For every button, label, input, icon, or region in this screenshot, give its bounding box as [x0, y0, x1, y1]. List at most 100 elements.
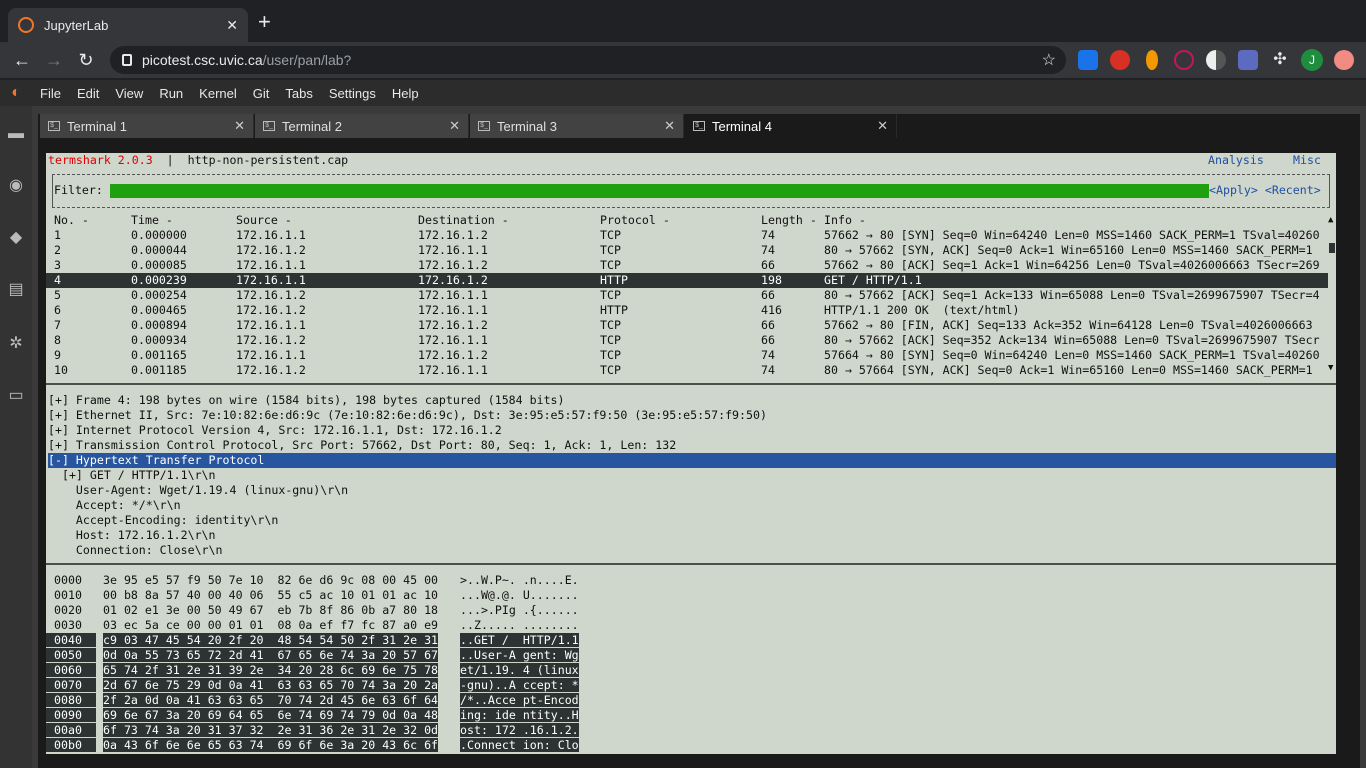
detail-line[interactable]: [+] Transmission Control Protocol, Src P…	[48, 438, 1336, 453]
packet-row[interactable]: 2 0.000044 172.16.1.2 172.16.1.1 TCP 74 80 → 5…	[46, 243, 1328, 258]
column-header[interactable]: Source -	[236, 213, 292, 227]
hex-bytes[interactable]: 2d 67 6e 75 29 0d 0a 41 63 63 65 70 74 3…	[103, 678, 439, 692]
tab-terminal-3[interactable]: $_ Terminal 3 ✕	[470, 114, 684, 138]
tabs-icon[interactable]: ▭	[6, 386, 26, 406]
packet-list-scrollbar[interactable]: ▲ ▼	[1328, 215, 1335, 375]
column-header[interactable]: No. -	[54, 213, 89, 227]
grid-extension-icon[interactable]	[1238, 50, 1258, 70]
packet-row[interactable]: 7 0.000894 172.16.1.1 172.16.1.2 TCP 66 57662 …	[46, 318, 1328, 333]
hex-bytes[interactable]: 6f 73 74 3a 20 31 37 32 2e 31 36 2e 31 2…	[103, 723, 439, 737]
packet-row[interactable]: 10 0.001185 172.16.1.2 172.16.1.1 TCP 74 80 → …	[46, 363, 1328, 378]
hex-ascii[interactable]: ing: ide ntity..H	[460, 708, 579, 722]
git-icon[interactable]: ◆	[6, 228, 26, 248]
gear-icon[interactable]: ✲	[6, 334, 26, 354]
packet-row[interactable]: 1 0.000000 172.16.1.1 172.16.1.2 TCP 74 57662 …	[46, 228, 1328, 243]
close-icon[interactable]: ✕	[877, 118, 888, 134]
hex-ascii[interactable]: ..Z..... ........	[460, 618, 579, 632]
scroll-thumb[interactable]	[1329, 243, 1335, 253]
hex-bytes[interactable]: 65 74 2f 31 2e 31 39 2e 34 20 28 6c 69 6…	[103, 663, 439, 677]
stop-extension-icon[interactable]	[1110, 50, 1130, 70]
bookmark-star-icon[interactable]: ☆	[1042, 50, 1056, 70]
menu-file[interactable]: File	[32, 86, 69, 101]
hex-bytes[interactable]: 01 02 e1 3e 00 50 49 67 eb 7b 8f 86 0b a…	[103, 603, 438, 617]
column-header[interactable]: Destination -	[418, 213, 509, 227]
detail-line[interactable]: Accept-Encoding: identity\r\n	[48, 513, 1336, 528]
menu-help[interactable]: Help	[384, 86, 427, 101]
hex-ascii[interactable]: ..User-A gent: Wg	[460, 648, 579, 662]
update-icon[interactable]	[1334, 50, 1354, 70]
menu-git[interactable]: Git	[245, 86, 278, 101]
scroll-up-icon[interactable]: ▲	[1328, 215, 1333, 225]
tab-terminal-2[interactable]: $_ Terminal 2 ✕	[255, 114, 469, 138]
browser-tab[interactable]: JupyterLab ✕	[8, 8, 248, 42]
packet-row[interactable]: 9 0.001165 172.16.1.1 172.16.1.2 TCP 74 57664 …	[46, 348, 1328, 363]
detail-line[interactable]: Host: 172.16.1.2\r\n	[48, 528, 1336, 543]
packet-row[interactable]: 6 0.000465 172.16.1.2 172.16.1.1 HTTP 416 HTTP…	[46, 303, 1328, 318]
hex-ascii[interactable]: >..W.P~. .n....E.	[460, 573, 579, 587]
drive-extension-icon[interactable]	[1078, 50, 1098, 70]
menu-run[interactable]: Run	[151, 86, 191, 101]
menu-edit[interactable]: Edit	[69, 86, 107, 101]
hex-bytes[interactable]: 03 ec 5a ce 00 00 01 01 08 0a ef f7 fc 8…	[103, 618, 438, 632]
puzzle-extensions-icon[interactable]: ✣	[1270, 50, 1290, 70]
hex-ascii[interactable]: /*..Acce pt-Encod	[460, 693, 579, 707]
reload-icon[interactable]: ↻	[74, 48, 98, 72]
packet-row[interactable]: 8 0.000934 172.16.1.2 172.16.1.1 TCP 66 80 → 5…	[46, 333, 1328, 348]
forward-icon[interactable]: →	[42, 48, 66, 72]
menu-tabs[interactable]: Tabs	[277, 86, 320, 101]
menu-settings[interactable]: Settings	[321, 86, 384, 101]
hex-bytes[interactable]: 0d 0a 55 73 65 72 2d 41 67 65 6e 74 3a 2…	[103, 648, 439, 662]
close-icon[interactable]: ✕	[664, 118, 675, 134]
hex-bytes[interactable]: c9 03 47 45 54 20 2f 20 48 54 54 50 2f 3…	[103, 633, 439, 647]
extension-icon[interactable]	[1146, 50, 1158, 70]
hex-ascii[interactable]: ...W@.@. U.......	[460, 588, 579, 602]
apply-button[interactable]: <Apply>	[1209, 183, 1258, 197]
tab-terminal-1[interactable]: $_ Terminal 1 ✕	[40, 114, 254, 138]
filter-input[interactable]	[110, 184, 1209, 198]
column-header[interactable]: Length -	[761, 213, 817, 227]
close-tab-icon[interactable]: ✕	[226, 17, 238, 34]
scroll-down-icon[interactable]: ▼	[1328, 363, 1333, 373]
hex-bytes[interactable]: 00 b8 8a 57 40 00 40 06 55 c5 ac 10 01 0…	[103, 588, 438, 602]
hex-ascii[interactable]: ..GET / HTTP/1.1	[460, 633, 579, 647]
dark-mode-extension-icon[interactable]	[1206, 50, 1226, 70]
hex-ascii[interactable]: .Connect ion: Clo	[460, 738, 579, 752]
hex-bytes[interactable]: 2f 2a 0d 0a 41 63 63 65 70 74 2d 45 6e 6…	[103, 693, 439, 707]
recent-button[interactable]: <Recent>	[1265, 183, 1321, 197]
folder-icon[interactable]: ▬	[6, 124, 26, 144]
new-tab-icon[interactable]: +	[258, 11, 271, 33]
packet-row[interactable]: 4 0.000239 172.16.1.1 172.16.1.2 HTTP 198 GET …	[46, 273, 1328, 288]
hex-ascii[interactable]: -gnu)..A ccept: *	[460, 678, 579, 692]
column-header[interactable]: Time -	[131, 213, 173, 227]
close-icon[interactable]: ✕	[234, 118, 245, 134]
running-icon[interactable]: ◉	[6, 176, 26, 196]
analysis-menu[interactable]: Analysis	[1208, 153, 1264, 167]
hex-ascii[interactable]: et/1.19. 4 (linux	[460, 663, 579, 677]
hex-bytes[interactable]: 0a 43 6f 6e 6e 65 63 74 69 6f 6e 3a 20 4…	[103, 738, 439, 752]
hex-bytes[interactable]: 3e 95 e5 57 f9 50 7e 10 82 6e d6 9c 08 0…	[103, 573, 438, 587]
tab-terminal-4[interactable]: $_ Terminal 4 ✕	[685, 114, 897, 138]
back-icon[interactable]: ←	[10, 48, 34, 72]
record-extension-icon[interactable]	[1174, 50, 1194, 70]
packet-row[interactable]: 5 0.000254 172.16.1.2 172.16.1.1 TCP 66 80 → 5…	[46, 288, 1328, 303]
packet-row[interactable]: 3 0.000085 172.16.1.1 172.16.1.2 TCP 66 57662 …	[46, 258, 1328, 273]
column-header[interactable]: Info -	[824, 213, 866, 227]
hex-ascii[interactable]: ...>.PIg .{......	[460, 603, 579, 617]
commands-icon[interactable]: ▤	[6, 280, 26, 300]
detail-line[interactable]: [+] GET / HTTP/1.1\r\n	[48, 468, 1336, 483]
detail-line[interactable]: User-Agent: Wget/1.19.4 (linux-gnu)\r\n	[48, 483, 1336, 498]
detail-line[interactable]: [-] Hypertext Transfer Protocol	[48, 453, 1336, 468]
detail-line[interactable]: Connection: Close\r\n	[48, 543, 1336, 558]
menu-kernel[interactable]: Kernel	[191, 86, 245, 101]
column-header[interactable]: Protocol -	[600, 213, 670, 227]
profile-avatar[interactable]: J	[1301, 49, 1323, 71]
detail-line[interactable]: Accept: */*\r\n	[48, 498, 1336, 513]
detail-line[interactable]: [+] Internet Protocol Version 4, Src: 17…	[48, 423, 1336, 438]
close-icon[interactable]: ✕	[449, 118, 460, 134]
misc-menu[interactable]: Misc	[1293, 153, 1321, 167]
hex-bytes[interactable]: 69 6e 67 3a 20 69 64 65 6e 74 69 74 79 0…	[103, 708, 439, 722]
address-bar[interactable]: picotest.csc.uvic.ca/user/pan/lab? ☆	[110, 46, 1066, 74]
menu-view[interactable]: View	[107, 86, 151, 101]
terminal[interactable]: termshark 2.0.3 | http-non-persistent.ca…	[46, 153, 1336, 754]
detail-line[interactable]: [+] Ethernet II, Src: 7e:10:82:6e:d6:9c …	[48, 408, 1336, 423]
